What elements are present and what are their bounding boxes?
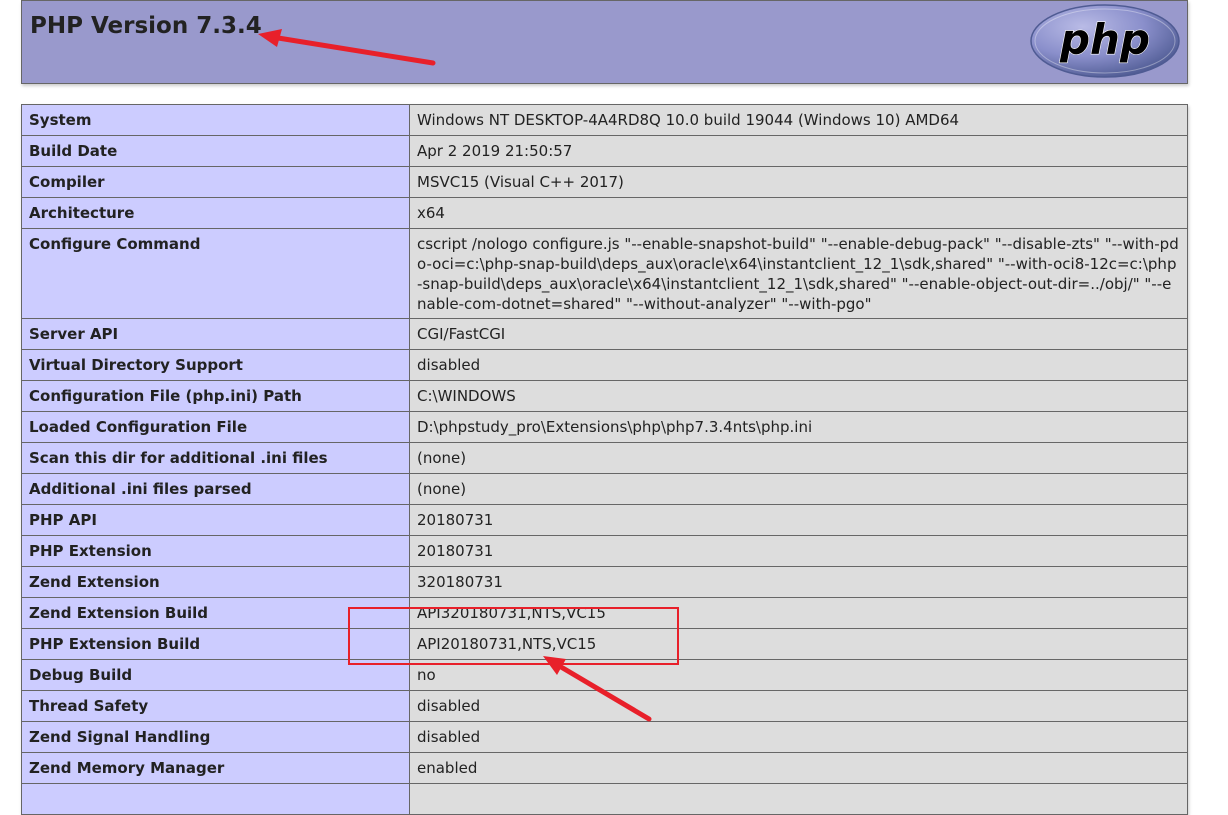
row-value: no — [409, 659, 1188, 691]
table-row: Additional .ini files parsed (none) — [21, 473, 1188, 505]
row-label: Additional .ini files parsed — [21, 473, 410, 505]
table-row: Zend Memory Manager enabled — [21, 752, 1188, 784]
php-logo: php — [1030, 4, 1180, 78]
row-value: 320180731 — [409, 566, 1188, 598]
row-label: Zend Memory Manager — [21, 752, 410, 784]
row-label: Server API — [21, 318, 410, 350]
phpinfo-header: PHP Version 7.3.4 php — [21, 0, 1188, 84]
table-row — [21, 783, 1188, 815]
row-label: PHP API — [21, 504, 410, 536]
row-label: Loaded Configuration File — [21, 411, 410, 443]
php-logo-text: php — [1059, 15, 1150, 64]
table-row: Loaded Configuration File D:\phpstudy_pro… — [21, 411, 1188, 443]
table-row: PHP API 20180731 — [21, 504, 1188, 536]
table-row: Configuration File (php.ini) Path C:\WIND… — [21, 380, 1188, 412]
table-row: Scan this dir for additional .ini files(… — [21, 442, 1188, 474]
row-value: API20180731,NTS,VC15 — [409, 628, 1188, 660]
row-label: System — [21, 104, 410, 136]
row-value: 20180731 — [409, 504, 1188, 536]
row-label: Configuration File (php.ini) Path — [21, 380, 410, 412]
row-label: Virtual Directory Support — [21, 349, 410, 381]
page-title: PHP Version 7.3.4 — [30, 13, 262, 39]
table-row: Build Date Apr 2 2019 21:50:57 — [21, 135, 1188, 167]
table-row: Configure Command cscript /nologo configu… — [21, 228, 1188, 319]
row-value: C:\WINDOWS — [409, 380, 1188, 412]
table-row: Compiler MSVC15 (Visual C++ 2017) — [21, 166, 1188, 198]
table-row: Zend Extension Build API320180731,NTS,VC1… — [21, 597, 1188, 629]
row-value — [409, 783, 1188, 815]
row-value: CGI/FastCGI — [409, 318, 1188, 350]
row-label — [21, 783, 410, 815]
table-row: Zend Extension 320180731 — [21, 566, 1188, 598]
table-row: Server API CGI/FastCGI — [21, 318, 1188, 350]
table-row: PHP Extension 20180731 — [21, 535, 1188, 567]
row-value: MSVC15 (Visual C++ 2017) — [409, 166, 1188, 198]
row-label: Scan this dir for additional .ini files — [21, 442, 410, 474]
row-value: cscript /nologo configure.js "--enable-s… — [409, 228, 1188, 319]
table-row: Debug Build no — [21, 659, 1188, 691]
info-table: System Windows NT DESKTOP-4A4RD8Q 10.0 bu… — [21, 104, 1188, 815]
table-row: PHP Extension Build API20180731,NTS,VC15 — [21, 628, 1188, 660]
row-label: Zend Signal Handling — [21, 721, 410, 753]
table-row: Virtual Directory Support disabled — [21, 349, 1188, 381]
table-row: Architecture x64 — [21, 197, 1188, 229]
row-label: Build Date — [21, 135, 410, 167]
row-value: (none) — [409, 442, 1188, 474]
row-label: PHP Extension — [21, 535, 410, 567]
row-label: PHP Extension Build — [21, 628, 410, 660]
row-label: Architecture — [21, 197, 410, 229]
row-value: Windows NT DESKTOP-4A4RD8Q 10.0 build 19… — [409, 104, 1188, 136]
row-value: (none) — [409, 473, 1188, 505]
row-label: Debug Build — [21, 659, 410, 691]
row-value: disabled — [409, 690, 1188, 722]
row-value: D:\phpstudy_pro\Extensions\php\php7.3.4n… — [409, 411, 1188, 443]
row-value: disabled — [409, 721, 1188, 753]
row-value: API320180731,NTS,VC15 — [409, 597, 1188, 629]
table-row: Thread Safety disabled — [21, 690, 1188, 722]
row-label: Thread Safety — [21, 690, 410, 722]
row-value: disabled — [409, 349, 1188, 381]
row-label: Compiler — [21, 166, 410, 198]
table-row: System Windows NT DESKTOP-4A4RD8Q 10.0 bu… — [21, 104, 1188, 136]
row-value: Apr 2 2019 21:50:57 — [409, 135, 1188, 167]
row-value: 20180731 — [409, 535, 1188, 567]
table-row: Zend Signal Handling disabled — [21, 721, 1188, 753]
row-label: Zend Extension Build — [21, 597, 410, 629]
row-label: Zend Extension — [21, 566, 410, 598]
row-label: Configure Command — [21, 228, 410, 319]
row-value: enabled — [409, 752, 1188, 784]
row-value: x64 — [409, 197, 1188, 229]
